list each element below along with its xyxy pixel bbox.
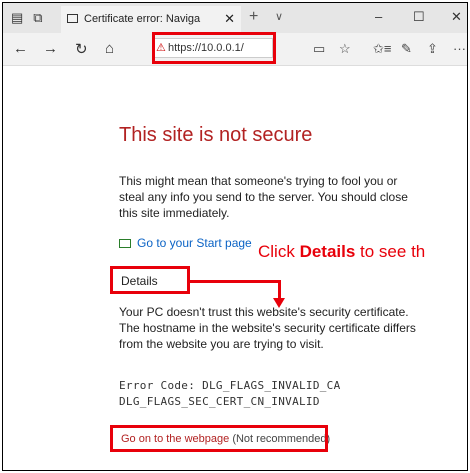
more-icon[interactable]: ··· bbox=[453, 41, 466, 56]
error-page: This site is not secure This might mean … bbox=[3, 66, 467, 470]
window-close-button[interactable]: ✕ bbox=[451, 9, 462, 25]
reading-view-icon[interactable]: ▭ bbox=[313, 41, 325, 57]
maximize-button[interactable]: ☐ bbox=[413, 9, 425, 25]
tab-preview-icon[interactable]: ▤ bbox=[11, 10, 23, 25]
start-page-link[interactable]: Go to your Start page bbox=[119, 236, 252, 250]
home-button[interactable]: ⌂ bbox=[105, 40, 114, 57]
new-tab-button[interactable]: + bbox=[249, 8, 258, 26]
share-icon[interactable]: ⇪ bbox=[427, 41, 438, 57]
set-tabs-aside-icon[interactable]: ⧉ bbox=[33, 10, 42, 25]
notes-pen-icon[interactable]: ✎ bbox=[401, 41, 412, 57]
browser-window: ▤ ⧉ Certificate error: Naviga ✕ + ∨ – ☐ ✕… bbox=[2, 2, 468, 471]
refresh-button[interactable]: ↻ bbox=[75, 40, 88, 58]
tab-title: Certificate error: Naviga bbox=[84, 13, 201, 25]
go-on-highlight-box bbox=[110, 425, 328, 452]
callout-arrow bbox=[187, 280, 281, 283]
forward-button[interactable]: → bbox=[43, 40, 58, 57]
favorite-star-icon[interactable]: ☆ bbox=[339, 41, 351, 57]
back-button[interactable]: ← bbox=[13, 40, 28, 57]
details-highlight-box bbox=[110, 266, 190, 294]
minimize-button[interactable]: – bbox=[375, 9, 382, 24]
browser-tab[interactable]: Certificate error: Naviga ✕ bbox=[61, 6, 241, 33]
error-description: This might mean that someone's trying to… bbox=[119, 174, 408, 220]
error-code: Error Code: DLG_FLAGS_INVALID_CA DLG_FLA… bbox=[119, 379, 341, 408]
tab-close-icon[interactable]: ✕ bbox=[224, 11, 235, 27]
details-text: Your PC doesn't trust this website's sec… bbox=[119, 305, 416, 351]
title-bar: ▤ ⧉ Certificate error: Naviga ✕ + ∨ – ☐ ✕ bbox=[3, 3, 467, 33]
start-page-icon bbox=[119, 239, 131, 248]
page-icon bbox=[67, 14, 78, 23]
page-title: This site is not secure bbox=[119, 124, 313, 146]
url-highlight-box bbox=[152, 32, 276, 64]
arrow-head-icon bbox=[273, 298, 285, 308]
instruction-callout: Click Details to see th bbox=[258, 242, 426, 261]
favorites-hub-icon[interactable]: ✩≡ bbox=[373, 41, 391, 57]
tab-list-chevron-icon[interactable]: ∨ bbox=[275, 10, 283, 23]
